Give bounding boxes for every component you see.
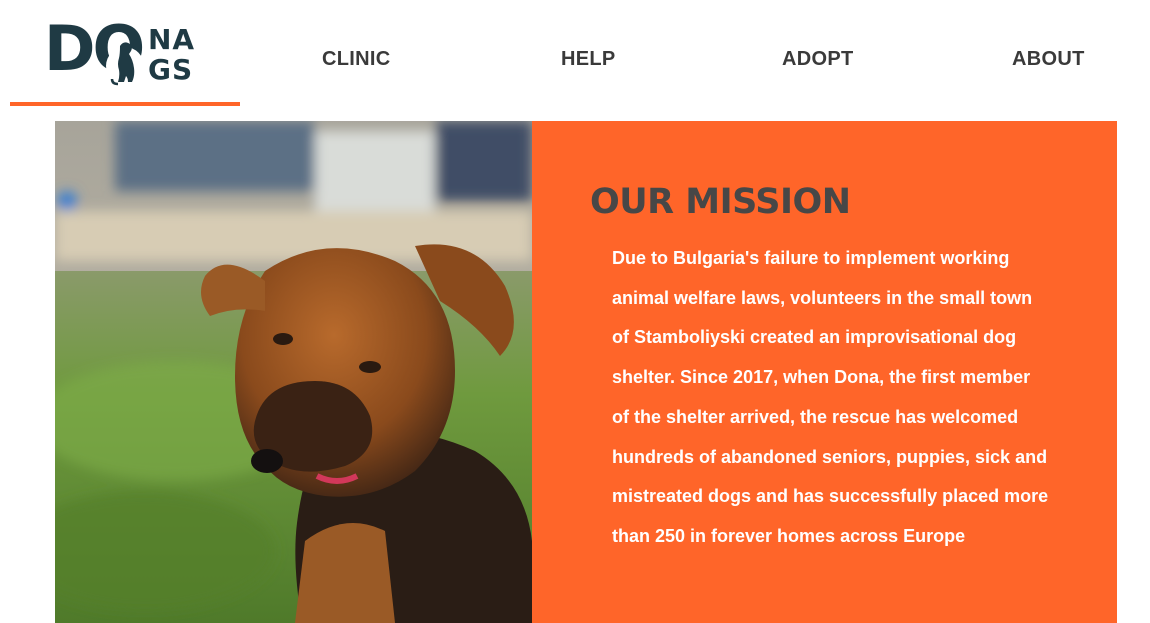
logo-underline: [10, 102, 240, 106]
main-nav: CLINIC HELP ADOPT ABOUT: [0, 48, 1150, 78]
dog-photo: [55, 121, 532, 623]
dog-photo-illustration: [55, 121, 532, 623]
mission-title: OUR MISSION: [590, 182, 851, 222]
nav-about[interactable]: ABOUT: [1012, 48, 1085, 71]
nav-adopt[interactable]: ADOPT: [782, 48, 854, 71]
mission-panel: OUR MISSION Due to Bulgaria's failure to…: [532, 121, 1117, 623]
nav-clinic[interactable]: CLINIC: [322, 48, 390, 71]
mission-text: Due to Bulgaria's failure to implement w…: [612, 248, 1049, 546]
nav-help[interactable]: HELP: [561, 48, 616, 71]
